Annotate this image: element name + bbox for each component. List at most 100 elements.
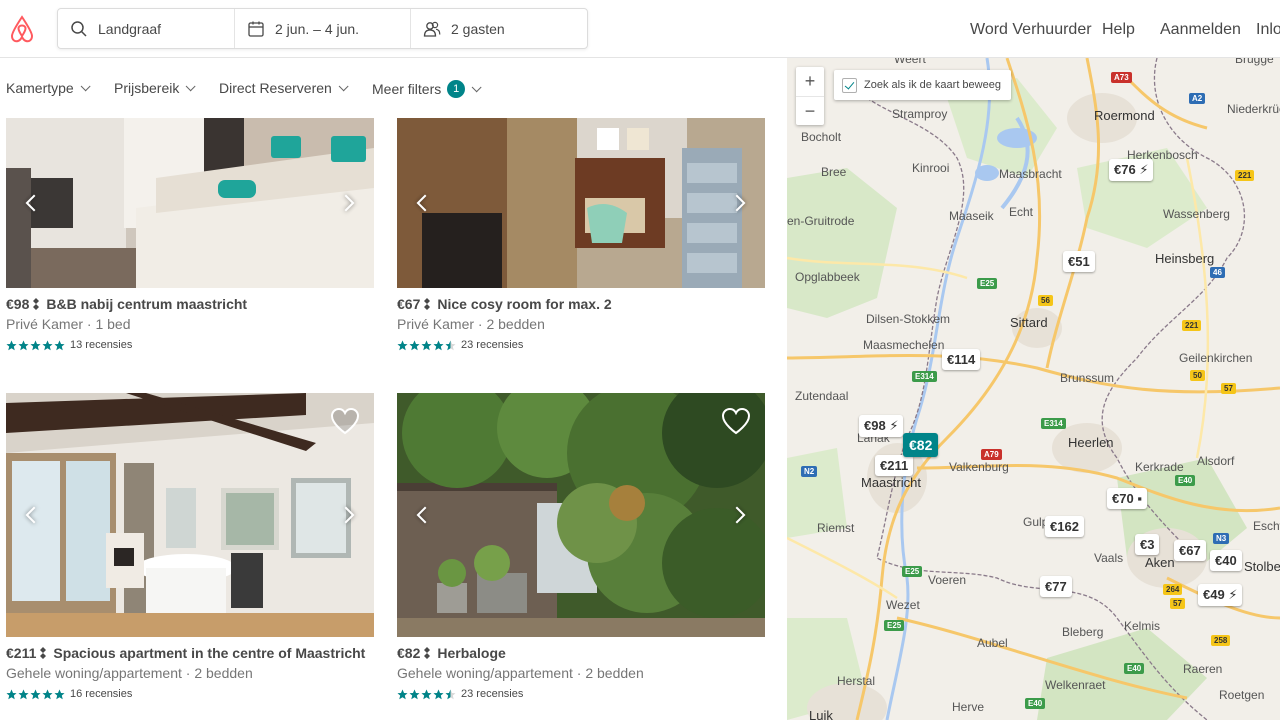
map-price-pin-label: €67 bbox=[1179, 543, 1201, 558]
zoom-out-button[interactable]: − bbox=[796, 96, 824, 125]
listing-photo[interactable] bbox=[397, 118, 765, 288]
road-shield: N2 bbox=[801, 466, 818, 477]
search-as-map-moves-toggle[interactable]: Zoek als ik de kaart beweeg bbox=[834, 70, 1011, 100]
map-price-pin[interactable]: €51 bbox=[1063, 251, 1095, 272]
map-place-label: Kinrooi bbox=[912, 161, 950, 175]
zoom-in-button[interactable]: + bbox=[796, 67, 824, 96]
superhost-icon bbox=[424, 647, 431, 659]
map-place-label: Welkenraet bbox=[1045, 678, 1106, 692]
map-place-label: Riemst bbox=[817, 521, 855, 535]
map-price-pin[interactable]: €114 bbox=[942, 349, 981, 370]
chevron-down-icon bbox=[186, 80, 196, 91]
location-field[interactable]: Landgraaf bbox=[58, 9, 235, 48]
map-place-label: Maasmechelen bbox=[863, 338, 945, 352]
road-shield: E314 bbox=[912, 371, 937, 382]
listing-subtitle: Gehele woning/appartement · 2 bedden bbox=[6, 665, 253, 681]
map-place-label: Bleberg bbox=[1062, 625, 1104, 639]
map-place-label: Dilsen-Stokkem bbox=[866, 312, 951, 326]
listing-subtitle: Privé Kamer · 2 bedden bbox=[397, 316, 545, 332]
nav-signup[interactable]: Aanmelden bbox=[1160, 21, 1241, 39]
map-price-pin-active[interactable]: €82 bbox=[903, 433, 939, 457]
road-shield: A73 bbox=[1111, 72, 1132, 83]
star-rating bbox=[6, 340, 66, 351]
calendar-icon bbox=[248, 21, 264, 37]
map-panel[interactable]: + − Zoek als ik de kaart beweeg Weert Ro… bbox=[787, 58, 1280, 720]
save-heart-icon[interactable] bbox=[330, 407, 360, 435]
nav-login[interactable]: Inlog bbox=[1256, 21, 1280, 39]
airbnb-logo-icon[interactable] bbox=[8, 14, 36, 44]
map-price-pin[interactable]: €3 bbox=[1135, 534, 1160, 555]
listing-title: Nice cosy room for max. 2 bbox=[437, 296, 612, 312]
filter-more[interactable]: Meer filters 1 bbox=[372, 80, 482, 98]
star-icon bbox=[6, 340, 17, 350]
listing-photo[interactable] bbox=[397, 393, 765, 637]
filter-instant-book[interactable]: Direct Reserveren bbox=[219, 80, 349, 96]
filter-room-type-label: Kamertype bbox=[6, 80, 74, 96]
dates-field[interactable]: 2 jun. – 4 jun. bbox=[235, 9, 411, 48]
star-icon bbox=[397, 340, 408, 350]
map-place-label: Raeren bbox=[1183, 662, 1223, 676]
guests-field[interactable]: 2 gasten bbox=[411, 9, 587, 48]
listing-price: €82 bbox=[397, 645, 421, 661]
star-icon bbox=[54, 689, 65, 699]
checkbox-checked-icon[interactable] bbox=[842, 77, 857, 93]
map-place-label: Stramproy bbox=[892, 107, 948, 121]
map-base bbox=[787, 58, 1280, 720]
save-heart-icon[interactable] bbox=[721, 407, 751, 435]
listing-card[interactable]: €98 B&B nabij centrum maastricht Privé K… bbox=[6, 118, 374, 351]
chevron-down-icon bbox=[338, 80, 349, 91]
map-zoom-control: + − bbox=[796, 67, 824, 125]
road-shield: E40 bbox=[1175, 475, 1196, 486]
road-shield: N3 bbox=[1213, 533, 1230, 544]
map-price-pin[interactable]: €162 bbox=[1045, 516, 1084, 537]
map-place-label: Opglabbeek bbox=[795, 270, 860, 284]
listing-title: Spacious apartment in the centre of Maas… bbox=[53, 645, 366, 661]
filter-price-range[interactable]: Prijsbereik bbox=[114, 80, 196, 96]
star-icon bbox=[42, 689, 53, 699]
map-price-pin[interactable]: €67 bbox=[1174, 540, 1206, 561]
top-header: Landgraaf 2 jun. – 4 jun. 2 gasten Word … bbox=[0, 0, 1280, 58]
map-place-label: Niederkrüchte bbox=[1227, 102, 1280, 116]
road-shield: A2 bbox=[1189, 93, 1206, 104]
map-place-label: Kerkrade bbox=[1135, 460, 1184, 474]
nav-become-host[interactable]: Word Verhuurder bbox=[970, 21, 1092, 39]
map-place-label: Geilenkirchen bbox=[1179, 351, 1253, 365]
star-icon bbox=[421, 340, 432, 350]
dates-value: 2 jun. – 4 jun. bbox=[275, 20, 360, 37]
listing-card[interactable]: €67 Nice cosy room for max. 2 Privé Kame… bbox=[397, 118, 765, 351]
star-icon bbox=[18, 340, 29, 350]
listing-card[interactable]: €211 Spacious apartment in the centre of… bbox=[6, 393, 374, 700]
map-price-pin[interactable]: €40 bbox=[1210, 550, 1242, 571]
road-shield: 57 bbox=[1221, 383, 1236, 394]
nav-help[interactable]: Help bbox=[1102, 21, 1135, 39]
road-shield: 221 bbox=[1182, 320, 1202, 331]
listing-subtitle: Privé Kamer · 1 bed bbox=[6, 316, 131, 332]
filter-instant-book-label: Direct Reserveren bbox=[219, 80, 332, 96]
map-price-pin[interactable]: €70 ▪ bbox=[1107, 488, 1147, 509]
star-icon bbox=[445, 689, 456, 699]
listing-photo[interactable] bbox=[6, 118, 374, 288]
map-price-pin[interactable]: €49 ⚡ bbox=[1198, 584, 1243, 606]
map-place-label: Valkenburg bbox=[949, 460, 1009, 474]
road-shield: A79 bbox=[981, 449, 1002, 460]
map-place-label: Herve bbox=[952, 700, 985, 714]
filter-room-type[interactable]: Kamertype bbox=[6, 80, 91, 96]
map-price-pin[interactable]: €211 bbox=[875, 455, 914, 476]
listing-reviews: 16 recensies bbox=[70, 688, 133, 700]
map-place-label: Luik bbox=[809, 708, 833, 720]
star-icon bbox=[421, 689, 432, 699]
map-price-pin[interactable]: €77 bbox=[1040, 576, 1072, 597]
road-shield: 56 bbox=[1038, 295, 1053, 306]
map-place-label: Weert bbox=[894, 58, 926, 66]
map-place-label: Kelmis bbox=[1124, 619, 1161, 633]
search-icon bbox=[71, 20, 87, 37]
map-price-pin-label: €3 bbox=[1140, 537, 1155, 552]
star-icon bbox=[6, 689, 17, 699]
map-place-label: Heinsberg bbox=[1155, 251, 1215, 266]
map-price-pin[interactable]: €76 ⚡ bbox=[1109, 159, 1154, 181]
road-shield: E40 bbox=[1025, 698, 1046, 709]
map-price-pin[interactable]: €98 ⚡ bbox=[859, 415, 904, 437]
map-place-label: Aken bbox=[1145, 555, 1175, 570]
listing-card[interactable]: €82 Herbaloge Gehele woning/appartement … bbox=[397, 393, 765, 700]
listing-photo[interactable] bbox=[6, 393, 374, 637]
